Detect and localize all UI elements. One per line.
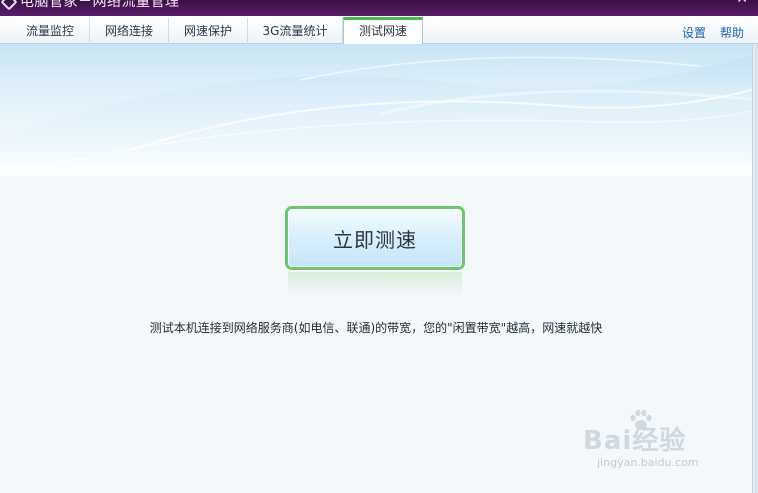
app-window: 电脑管家－网络流量管理 ✕ 流量监控 网络连接 网速保护 3G流量统计 测试网速…: [0, 0, 758, 493]
start-speed-test-button[interactable]: 立即测速: [285, 206, 465, 270]
button-reflection: [288, 272, 462, 296]
close-icon[interactable]: ✕: [736, 0, 748, 6]
app-logo-icon: [0, 0, 18, 11]
tabs: 流量监控 网络连接 网速保护 3G流量统计 测试网速: [11, 17, 423, 44]
top-links: 设置 帮助: [682, 24, 744, 41]
window-title: 电脑管家－网络流量管理: [20, 0, 180, 10]
banner: [0, 44, 758, 176]
watermark-url: jingyan.baidu.com: [597, 456, 699, 469]
tab-network-connections[interactable]: 网络连接: [90, 18, 169, 44]
watermark-logo-text: Bai经验: [583, 426, 687, 456]
help-link[interactable]: 帮助: [720, 24, 744, 41]
tab-3g-traffic-stats[interactable]: 3G流量统计: [248, 18, 343, 44]
tab-speed-test[interactable]: 测试网速: [343, 17, 423, 44]
right-edge-scrollbar[interactable]: [752, 44, 758, 493]
tab-traffic-monitor[interactable]: 流量监控: [11, 18, 90, 44]
tab-bar: 流量监控 网络连接 网速保护 3G流量统计 测试网速 设置 帮助: [0, 16, 758, 44]
banner-swoosh-decoration: [0, 44, 758, 163]
baidu-watermark: Bai经验 jingyan.baidu.com: [583, 409, 723, 476]
tab-speed-protection[interactable]: 网速保护: [169, 18, 248, 44]
settings-link[interactable]: 设置: [682, 24, 706, 41]
speed-test-description: 测试本机连接到网络服务商(如电信、联通)的带宽，您的"闲置带宽"越高，网速就越快: [149, 321, 603, 335]
title-bar: 电脑管家－网络流量管理 ✕: [0, 0, 758, 16]
